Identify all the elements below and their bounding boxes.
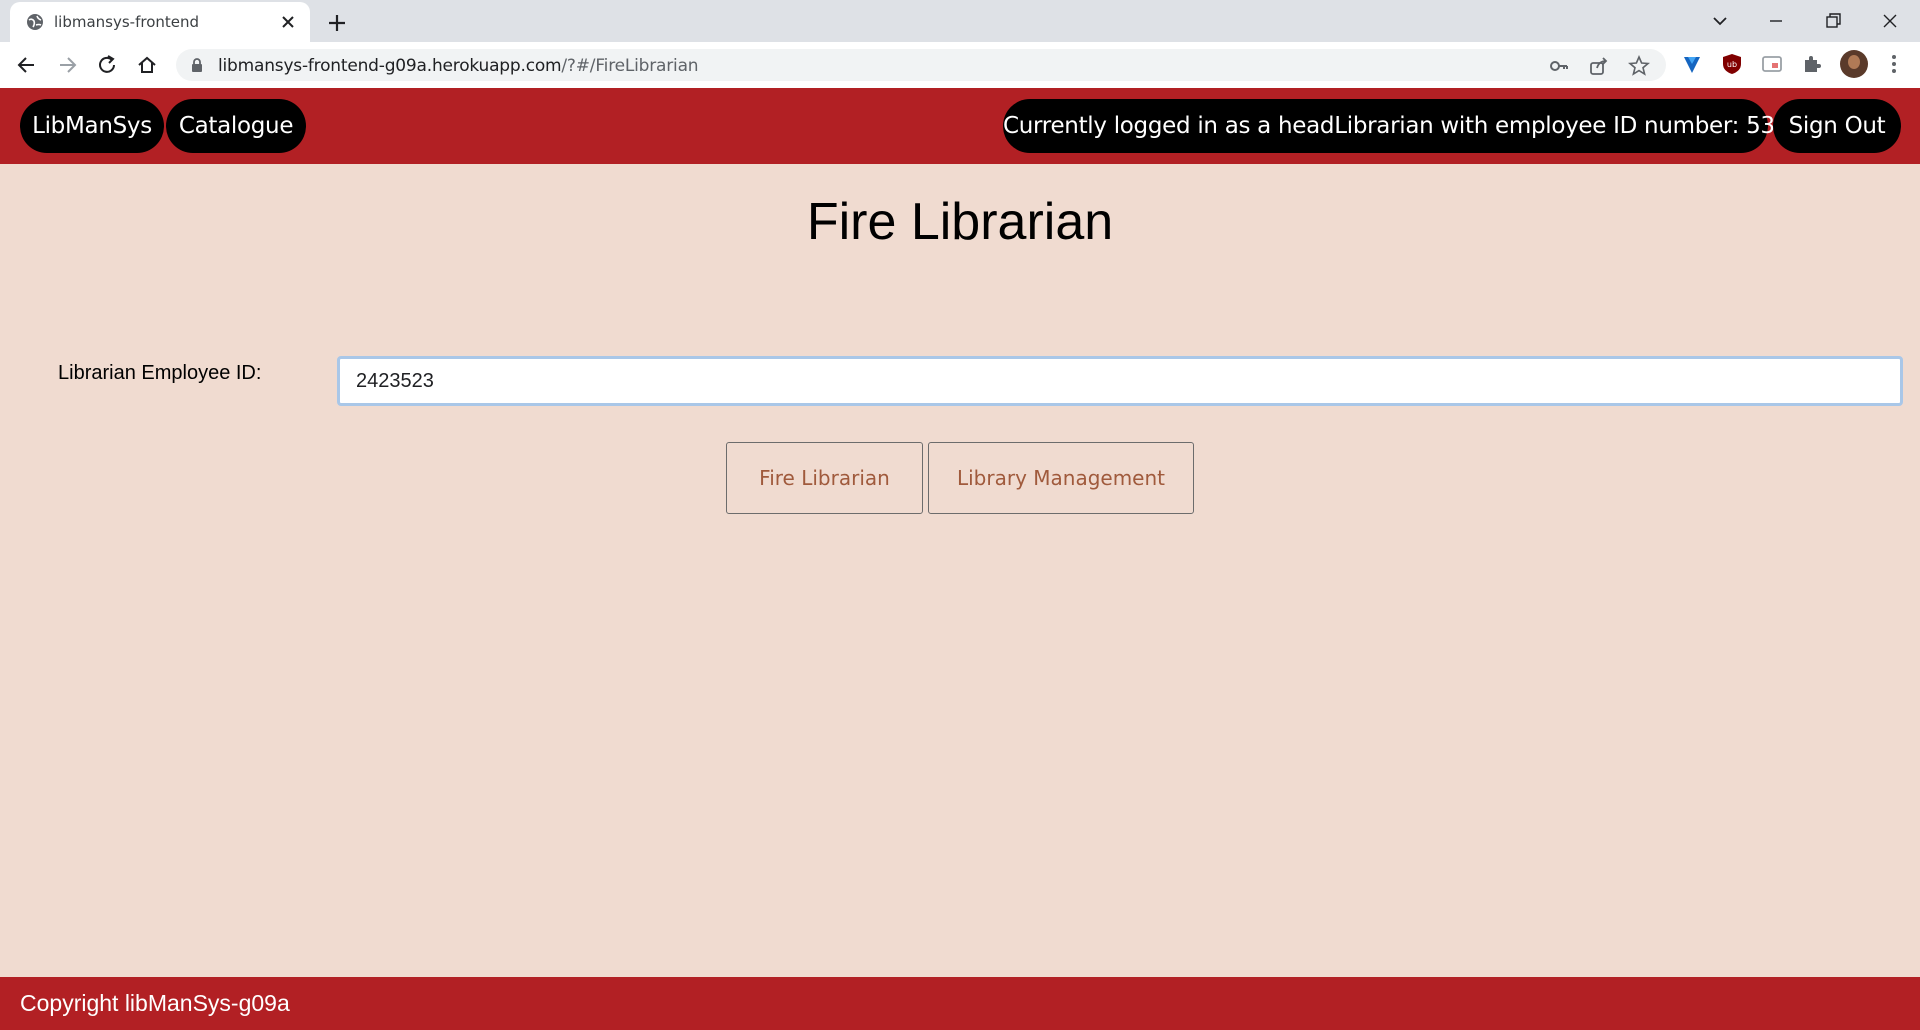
cast-screen-icon[interactable] [1760, 52, 1784, 76]
home-icon[interactable] [134, 52, 160, 78]
browser-tab[interactable]: libmansys-frontend [10, 2, 310, 42]
tab-search-chevron-icon[interactable] [1707, 8, 1733, 34]
brand-button[interactable]: LibManSys [20, 99, 164, 153]
app-navbar: LibManSys Catalogue Currently logged in … [0, 88, 1920, 164]
employee-id-label: Librarian Employee ID: [58, 362, 262, 384]
close-tab-icon[interactable] [278, 12, 298, 32]
library-management-button[interactable]: Library Management [928, 442, 1194, 514]
tab-title: libmansys-frontend [54, 13, 200, 31]
address-bar[interactable]: libmansys-frontend-g09a.herokuapp.com/?#… [176, 49, 1666, 81]
extensions-puzzle-icon[interactable] [1800, 52, 1824, 76]
url-path: /?#/FireLibrarian [561, 56, 699, 76]
restore-icon[interactable] [1820, 8, 1846, 34]
bookmark-star-icon[interactable] [1628, 55, 1650, 77]
globe-icon [27, 14, 43, 30]
catalogue-button[interactable]: Catalogue [166, 99, 306, 153]
browser-tab-bar: libmansys-frontend [0, 0, 1920, 42]
reload-icon[interactable] [94, 52, 120, 78]
browser-toolbar: libmansys-frontend-g09a.herokuapp.com/?#… [0, 42, 1920, 89]
url-host: libmansys-frontend-g09a.herokuapp.com [218, 56, 562, 76]
copyright-text: Copyright libManSys-g09a [20, 990, 290, 1016]
url-text: libmansys-frontend-g09a.herokuapp.com/?#… [218, 56, 699, 76]
employee-id-input[interactable] [337, 356, 1903, 406]
lock-icon[interactable] [190, 57, 204, 73]
profile-avatar[interactable] [1840, 50, 1868, 78]
svg-text:ub: ub [1727, 60, 1737, 69]
extension-heart-icon[interactable] [1680, 52, 1704, 76]
menu-kebab-icon[interactable] [1882, 52, 1906, 76]
ublock-shield-icon[interactable]: ub [1720, 52, 1744, 76]
page-title: Fire Librarian [806, 193, 1114, 251]
fire-librarian-button[interactable]: Fire Librarian [726, 442, 923, 514]
minimize-icon[interactable] [1763, 8, 1789, 34]
new-tab-icon[interactable] [324, 10, 350, 36]
forward-arrow-icon[interactable] [54, 52, 80, 78]
share-icon[interactable] [1588, 55, 1610, 77]
avatar-face [1848, 55, 1860, 69]
close-window-icon[interactable] [1877, 8, 1903, 34]
sign-out-button[interactable]: Sign Out [1773, 99, 1901, 153]
login-status-badge: Currently logged in as a headLibrarian w… [1003, 99, 1832, 153]
key-icon[interactable] [1548, 55, 1570, 77]
app-footer: Copyright libManSys-g09a [0, 977, 1920, 1030]
back-arrow-icon[interactable] [14, 52, 40, 78]
